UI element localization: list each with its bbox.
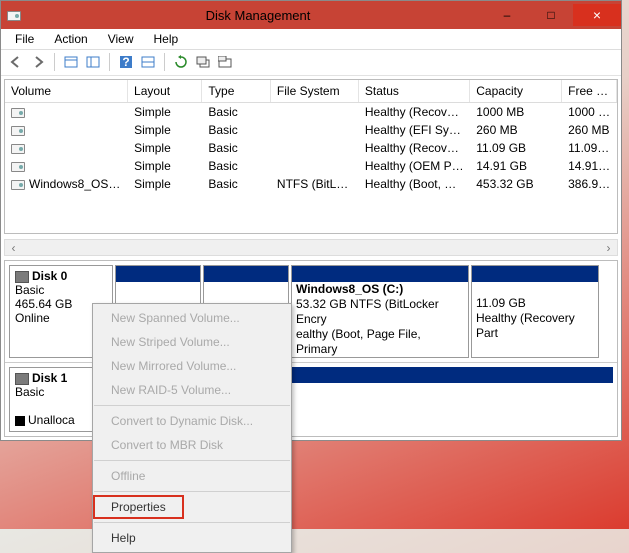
col-layout[interactable]: Layout (128, 80, 202, 102)
close-button[interactable]: × (573, 4, 621, 26)
menu-separator (94, 460, 290, 461)
menu-properties[interactable]: Properties (95, 497, 182, 517)
menu-convert-mbr[interactable]: Convert to MBR Disk (93, 433, 291, 457)
table-row[interactable]: SimpleBasicHealthy (OEM Par...14.91 GB14… (5, 157, 617, 175)
disk0-type: Basic (15, 283, 44, 297)
disk0-state: Online (15, 311, 50, 325)
col-type[interactable]: Type (202, 80, 271, 102)
menu-convert-dynamic[interactable]: Convert to Dynamic Disk... (93, 409, 291, 433)
table-row[interactable]: Windows8_OS (C:)SimpleBasicNTFS (BitLo..… (5, 175, 617, 193)
volume-icon (11, 162, 25, 172)
table-row[interactable]: SimpleBasicHealthy (EFI Syste...260 MB26… (5, 121, 617, 139)
toolbar-icon-5[interactable] (216, 53, 234, 71)
menu-help[interactable]: Help (144, 30, 189, 48)
menu-new-striped[interactable]: New Striped Volume... (93, 330, 291, 354)
disk1-name: Disk 1 (32, 371, 67, 385)
menubar: File Action View Help (1, 29, 621, 50)
unallocated-icon (15, 416, 25, 426)
titlebar: Disk Management – □ × (1, 1, 621, 29)
menu-separator (94, 491, 290, 492)
toolbar: ? (1, 50, 621, 76)
partition-c[interactable]: Windows8_OS (C:)53.32 GB NTFS (BitLocker… (291, 265, 469, 358)
volume-list[interactable]: Volume Layout Type File System Status Ca… (4, 79, 618, 234)
menu-view[interactable]: View (98, 30, 144, 48)
horizontal-scrollbar[interactable]: ‹ › (4, 239, 618, 256)
menu-separator (94, 405, 290, 406)
scroll-left-icon[interactable]: ‹ (5, 240, 22, 255)
window-title: Disk Management (31, 8, 485, 23)
menu-new-mirrored[interactable]: New Mirrored Volume... (93, 354, 291, 378)
menu-help[interactable]: Help (93, 526, 291, 550)
volume-icon (11, 180, 25, 190)
menu-separator (94, 522, 290, 523)
table-row[interactable]: SimpleBasicHealthy (Recovery...11.09 GB1… (5, 139, 617, 157)
context-menu: New Spanned Volume... New Striped Volume… (92, 303, 292, 553)
col-status[interactable]: Status (359, 80, 470, 102)
disk-icon (15, 373, 29, 385)
maximize-button[interactable]: □ (529, 4, 573, 26)
partition-recovery[interactable]: 11.09 GBHealthy (Recovery Part (471, 265, 599, 358)
forward-icon[interactable] (29, 53, 47, 71)
svg-text:?: ? (122, 55, 129, 69)
menu-offline[interactable]: Offline (93, 464, 291, 488)
highlight-box: Properties (93, 495, 184, 519)
disk1-type: Basic (15, 385, 44, 399)
column-headers[interactable]: Volume Layout Type File System Status Ca… (5, 80, 617, 103)
menu-new-raid5[interactable]: New RAID-5 Volume... (93, 378, 291, 402)
disk-icon (15, 271, 29, 283)
toolbar-icon-2[interactable] (84, 53, 102, 71)
disk1-state: Unalloca (28, 413, 75, 427)
toolbar-icon-4[interactable] (194, 53, 212, 71)
col-filesystem[interactable]: File System (271, 80, 359, 102)
menu-action[interactable]: Action (44, 30, 97, 48)
menu-new-spanned[interactable]: New Spanned Volume... (93, 306, 291, 330)
col-volume[interactable]: Volume (5, 80, 128, 102)
disk0-size: 465.64 GB (15, 297, 72, 311)
refresh-icon[interactable] (172, 53, 190, 71)
menu-file[interactable]: File (5, 30, 44, 48)
help-icon[interactable]: ? (117, 53, 135, 71)
app-icon (7, 8, 25, 22)
scroll-right-icon[interactable]: › (600, 240, 617, 255)
col-capacity[interactable]: Capacity (470, 80, 562, 102)
minimize-button[interactable]: – (485, 4, 529, 26)
back-icon[interactable] (7, 53, 25, 71)
volume-icon (11, 126, 25, 136)
volume-icon (11, 108, 25, 118)
toolbar-icon-3[interactable] (139, 53, 157, 71)
toolbar-icon-1[interactable] (62, 53, 80, 71)
volume-icon (11, 144, 25, 154)
col-freespace[interactable]: Free Spa (562, 80, 617, 102)
disk0-name: Disk 0 (32, 269, 67, 283)
table-row[interactable]: SimpleBasicHealthy (Recovery...1000 MB10… (5, 103, 617, 121)
